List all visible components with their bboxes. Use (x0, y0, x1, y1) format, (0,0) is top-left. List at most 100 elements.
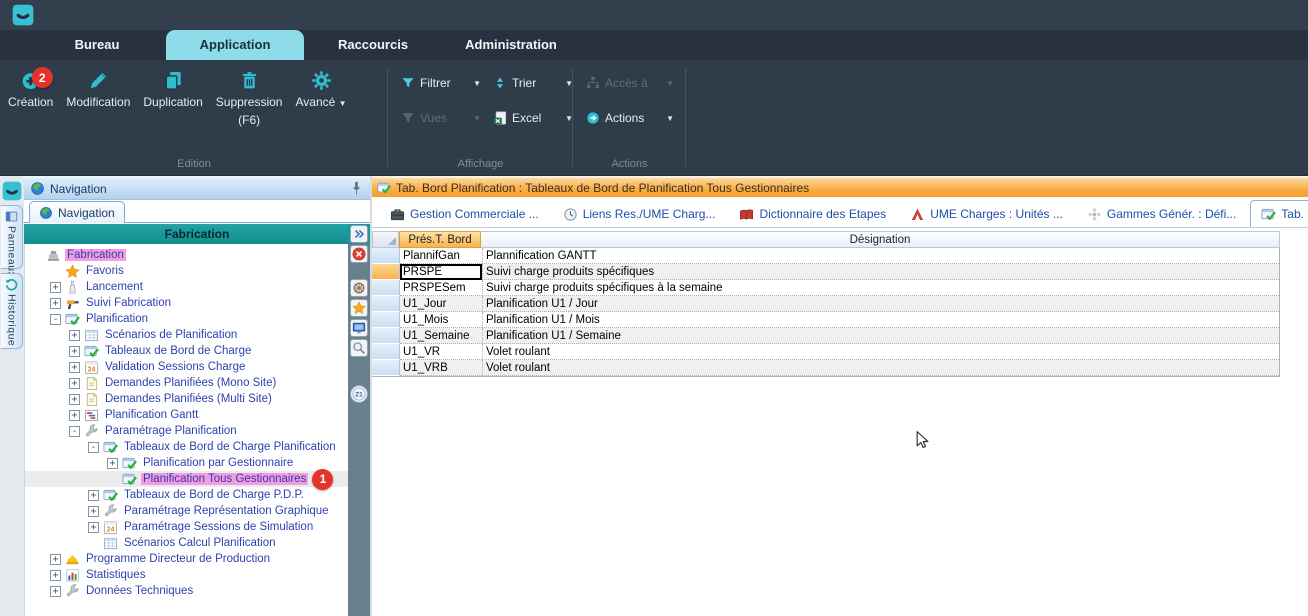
ribbon-tab-administration[interactable]: Administration (442, 30, 580, 60)
tree-expand-box[interactable]: + (69, 346, 80, 357)
tree-expand-box[interactable]: + (107, 458, 118, 469)
cell-code[interactable]: PRSPE (400, 264, 482, 280)
table-row[interactable]: U1_JourPlanification U1 / Jour (373, 296, 1279, 312)
tree-item-parametrage-planification[interactable]: -Paramétrage Planification (25, 423, 348, 439)
tree-item-scenarios-de-planification[interactable]: +Scénarios de Planification (25, 327, 348, 343)
cell-designation[interactable]: Volet roulant (482, 344, 1279, 360)
tree-expand-box[interactable]: + (69, 378, 80, 389)
table-row[interactable]: U1_VRVolet roulant (373, 344, 1279, 360)
tree-item-tableaux-de-bord-de-charge-planification[interactable]: -Tableaux de Bord de Charge Planificatio… (25, 439, 348, 455)
row-header-cell[interactable] (372, 248, 400, 264)
table-corner-cell[interactable] (372, 231, 399, 248)
document-tab-liens-res-ume-charg[interactable]: Liens Res./UME Charg... (553, 201, 726, 227)
ribbon-tab-application[interactable]: Application (166, 30, 304, 60)
tree-item-parametrage-representation-graphique[interactable]: +Paramétrage Représentation Graphique (25, 503, 348, 519)
row-header-cell[interactable] (372, 360, 400, 376)
cell-code[interactable]: PRSPESem (400, 280, 482, 296)
tree-collapse-box[interactable]: - (69, 426, 80, 437)
tree-expand-box[interactable]: + (69, 330, 80, 341)
close-red-button[interactable] (350, 245, 368, 263)
cell-code[interactable]: U1_VR (400, 344, 482, 360)
pin-icon[interactable] (349, 181, 364, 196)
table-row[interactable]: PRSPESemSuivi charge produits spécifique… (373, 280, 1279, 296)
tree-item-suivi-fabrication[interactable]: +Suivi Fabrication (25, 295, 348, 311)
trier-button[interactable]: Trier▼ (493, 76, 573, 90)
tree-item-planification-tous-gestionnaires[interactable]: Planification Tous Gestionnaires1 (25, 471, 348, 487)
modification-button[interactable]: Modification (64, 70, 132, 109)
tree-item-demandes-planifiees-multi-site[interactable]: +Demandes Planifiées (Multi Site) (25, 391, 348, 407)
tab-navigation[interactable]: Navigation (29, 201, 125, 223)
creation-button[interactable]: Création2 (6, 70, 55, 109)
tree-item-parametrage-sessions-de-simulation[interactable]: +24Paramétrage Sessions de Simulation (25, 519, 348, 535)
tree-expand-box[interactable]: + (69, 410, 80, 421)
cell-code[interactable]: U1_VRB (400, 360, 482, 376)
cell-code[interactable]: U1_Semaine (400, 328, 482, 344)
chevrons-right-button[interactable] (350, 225, 368, 243)
z1-button[interactable]: Z1 (350, 385, 368, 403)
dock-logo-icon[interactable] (2, 181, 22, 201)
tree-expand-box[interactable]: + (88, 506, 99, 517)
tree-collapse-box[interactable]: - (88, 442, 99, 453)
document-tab-gestion-commerciale[interactable]: Gestion Commerciale ... (380, 201, 549, 227)
row-header-cell[interactable] (372, 344, 400, 360)
row-header-cell[interactable] (372, 280, 400, 296)
tree-expand-box[interactable]: + (50, 282, 61, 293)
cell-code[interactable]: PlannifGan (400, 248, 482, 264)
column-header-code[interactable]: Prés.T. Bord (399, 231, 481, 248)
cell-designation[interactable]: Planification U1 / Semaine (482, 328, 1279, 344)
tree-item-validation-sessions-charge[interactable]: +24Validation Sessions Charge (25, 359, 348, 375)
tree-item-favoris[interactable]: Favoris (25, 263, 348, 279)
cell-code[interactable]: U1_Jour (400, 296, 482, 312)
search-button[interactable] (350, 339, 368, 357)
tree-expand-box[interactable]: + (50, 586, 61, 597)
column-header-designation[interactable]: Désignation (481, 231, 1280, 248)
document-tab-gammes-gener-defi[interactable]: Gammes Génér. : Défi... (1077, 201, 1246, 227)
tree-expand-box[interactable]: + (50, 570, 61, 581)
document-tab-ume-charges-unites[interactable]: UME Charges : Unités ... (900, 201, 1073, 227)
table-row[interactable]: U1_SemainePlanification U1 / Semaine (373, 328, 1279, 344)
suppression-button[interactable]: Suppression(F6) (214, 70, 285, 127)
row-header-cell[interactable] (372, 312, 400, 328)
tree-expand-box[interactable]: + (50, 554, 61, 565)
duplication-button[interactable]: Duplication (141, 70, 204, 109)
tree-expand-box[interactable]: + (88, 522, 99, 533)
avance-button[interactable]: Avancé ▼ (293, 70, 348, 110)
star-button[interactable] (350, 299, 368, 317)
table-row[interactable]: PlannifGanPlannification GANTT (373, 248, 1279, 264)
tree-item-programme-directeur-de-production[interactable]: +Programme Directeur de Production (25, 551, 348, 567)
cell-designation[interactable]: Suivi charge produits spécifiques à la s… (482, 280, 1279, 296)
screen-button[interactable] (350, 319, 368, 337)
tree-item-demandes-planifiees-mono-site[interactable]: +Demandes Planifiées (Mono Site) (25, 375, 348, 391)
tree-item-tableaux-de-bord-de-charge[interactable]: +Tableaux de Bord de Charge (25, 343, 348, 359)
tree-item-scenarios-calcul-planification[interactable]: Scénarios Calcul Planification (25, 535, 348, 551)
tree-collapse-box[interactable]: - (50, 314, 61, 325)
tree-item-lancement[interactable]: +Lancement (25, 279, 348, 295)
side-tab-panneaux[interactable]: Panneaux (1, 205, 23, 269)
tree-item-planification-par-gestionnaire[interactable]: +Planification par Gestionnaire (25, 455, 348, 471)
cell-designation[interactable]: Volet roulant (482, 360, 1279, 376)
tree-item-planification-gantt[interactable]: +Planification Gantt (25, 407, 348, 423)
tree-expand-box[interactable]: + (69, 362, 80, 373)
cell-designation[interactable]: Planification U1 / Jour (482, 296, 1279, 312)
table-row[interactable]: U1_MoisPlanification U1 / Mois (373, 312, 1279, 328)
cell-designation[interactable]: Planification U1 / Mois (482, 312, 1279, 328)
document-tab-tab-bord-planification[interactable]: Tab. Bord Planification (1250, 200, 1308, 228)
wheel-button[interactable] (350, 279, 368, 297)
table-row[interactable]: U1_VRBVolet roulant (373, 360, 1279, 376)
tree-expand-box[interactable]: + (69, 394, 80, 405)
row-header-cell[interactable] (372, 296, 400, 312)
actions-button[interactable]: Actions▼ (586, 111, 674, 125)
tree-item-statistiques[interactable]: +Statistiques (25, 567, 348, 583)
table-row[interactable]: PRSPESuivi charge produits spécifiques (373, 264, 1279, 280)
cell-designation[interactable]: Plannification GANTT (482, 248, 1279, 264)
side-tab-historique[interactable]: Historique (1, 273, 23, 349)
filtrer-button[interactable]: Filtrer▼ (401, 76, 481, 90)
vues-button[interactable]: Vues▼ (401, 111, 481, 125)
tree-expand-box[interactable]: + (88, 490, 99, 501)
document-tab-dictionnaire-des-etapes[interactable]: Dictionnaire des Etapes (729, 201, 896, 227)
tree-item-planification[interactable]: -Planification (25, 311, 348, 327)
tree-item-donnees-techniques[interactable]: +Données Techniques (25, 583, 348, 599)
cell-code[interactable]: U1_Mois (400, 312, 482, 328)
row-header-cell[interactable] (372, 328, 400, 344)
excel-button[interactable]: Excel▼ (493, 111, 573, 125)
